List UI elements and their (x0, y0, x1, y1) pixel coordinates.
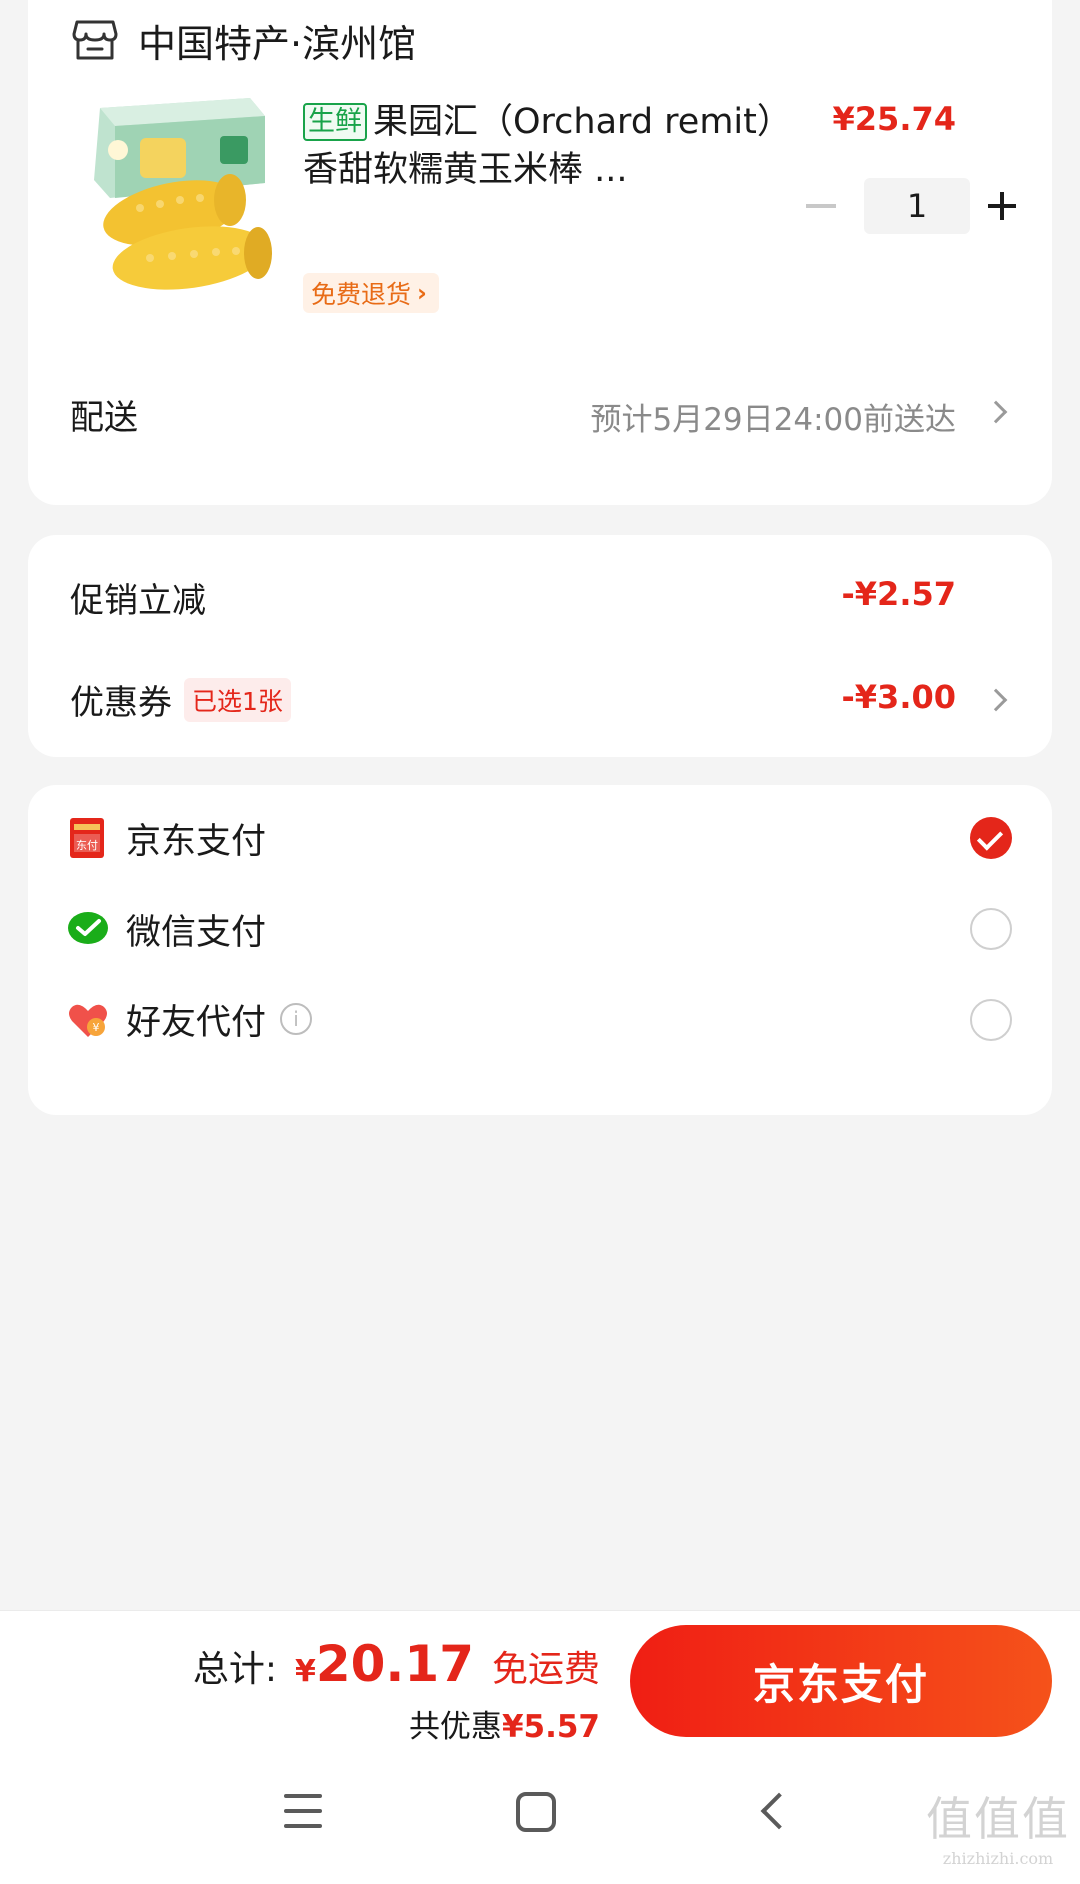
payment-option-wechat[interactable]: 微信支付 (66, 899, 266, 959)
corn-box-image[interactable] (80, 88, 280, 308)
coupon-label: 优惠券 (70, 683, 172, 723)
delivery-label: 配送 (70, 398, 138, 438)
radio-unselected-friend[interactable] (970, 999, 1012, 1041)
wechat-pay-icon (68, 912, 108, 944)
friend-pay-icon: ¥ (69, 1004, 107, 1037)
promo-label: 促销立减 (70, 581, 206, 621)
fresh-tag: 生鲜 (303, 103, 367, 141)
watermark-mark: 值值值 (926, 1792, 1070, 1846)
back-icon[interactable] (760, 1792, 798, 1830)
svg-text:东付: 东付 (76, 839, 98, 852)
payment-method-card: 东付 京东支付 微信支付 ¥ 好友代付 i (28, 785, 1052, 1115)
pay-button[interactable]: 京东支付 (630, 1625, 1052, 1737)
quantity-stepper: 1 (806, 178, 1034, 234)
total-label: 总计: (192, 1649, 277, 1690)
coupon-value: -¥3.00 (841, 678, 957, 716)
info-icon[interactable]: i (280, 1003, 313, 1035)
system-nav-bar (0, 1760, 1080, 1870)
chevron-right-icon[interactable] (984, 400, 1008, 424)
payment-label: 微信支付 (126, 912, 267, 953)
promo-value: -¥2.57 (841, 575, 957, 613)
total-amount: 20.17 (315, 1635, 474, 1693)
coupon-row[interactable]: 优惠券 已选1张 (70, 675, 291, 724)
payment-label: 好友代付 (126, 1002, 267, 1043)
chevron-right-icon: › (417, 279, 427, 307)
payment-label: 京东支付 (126, 821, 267, 862)
free-shipping-label: 免运费 (491, 1649, 600, 1690)
order-card: 中国特产·滨州馆 生鲜 果园汇（Orchard remit）香甜软糯黄玉米棒 ..… (28, 0, 1052, 505)
watermark: 值值值 zhizhizhi.com (926, 1783, 1070, 1868)
coupon-selected-badge: 已选1张 (184, 677, 291, 722)
radio-selected-jd[interactable] (970, 817, 1012, 859)
total-line: 总计: ¥ 20.17 免运费 (193, 1635, 600, 1693)
total-currency: ¥ (294, 1654, 316, 1689)
product-title: 果园汇（Orchard remit）香甜软糯黄玉米棒 ... (303, 102, 792, 190)
checkout-page: 中国特产·滨州馆 生鲜 果园汇（Orchard remit）香甜软糯黄玉米棒 ..… (0, 0, 1080, 1884)
delivery-estimate[interactable]: 预计5月29日24:00前送达 (590, 394, 956, 439)
jd-pay-icon: 东付 (70, 818, 104, 858)
saving-line: 共优惠 ¥5.57 (409, 1701, 600, 1746)
free-return-badge[interactable]: 免费退货 › (303, 273, 439, 313)
decrease-quantity-button[interactable] (806, 204, 836, 208)
increase-quantity-button[interactable] (970, 178, 1034, 234)
store-icon (72, 20, 118, 60)
product-title-block[interactable]: 生鲜 果园汇（Orchard remit）香甜软糯黄玉米棒 ... (303, 98, 793, 196)
product-price: ¥25.74 (832, 100, 956, 138)
payment-option-friend[interactable]: ¥ 好友代付 i (66, 989, 313, 1049)
chevron-right-icon[interactable] (984, 688, 1008, 712)
quantity-input[interactable]: 1 (864, 178, 970, 234)
saving-amount: ¥5.57 (501, 1709, 600, 1745)
svg-text:¥: ¥ (93, 1021, 100, 1034)
store-header[interactable]: 中国特产·滨州馆 (72, 10, 416, 70)
free-return-label: 免费退货 (311, 280, 412, 309)
store-name: 中国特产·滨州馆 (138, 21, 417, 66)
home-icon[interactable] (516, 1792, 556, 1832)
payment-option-jd[interactable]: 东付 京东支付 (66, 808, 266, 868)
discount-card: 促销立减 -¥2.57 优惠券 已选1张 -¥3.00 (28, 535, 1052, 757)
recent-apps-icon[interactable] (284, 1794, 322, 1828)
saving-label: 共优惠 (408, 1709, 502, 1745)
radio-unselected-wechat[interactable] (970, 908, 1012, 950)
watermark-url: zhizhizhi.com (942, 1849, 1054, 1868)
